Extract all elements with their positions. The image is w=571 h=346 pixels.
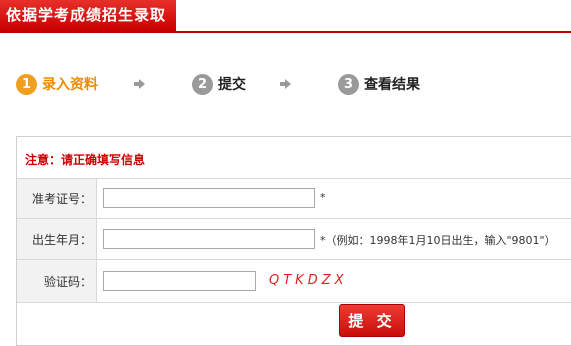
- exam-id-label: 准考证号：: [17, 179, 97, 218]
- captcha-input[interactable]: [103, 271, 256, 291]
- birth-input[interactable]: [103, 229, 315, 249]
- birth-label: 出生年月：: [17, 219, 97, 259]
- birth-hint: *（例如：1998年1月10日出生，输入"9801"）: [320, 234, 556, 247]
- step-label: 查看结果: [364, 77, 420, 93]
- exam-id-row: 准考证号： *: [17, 178, 571, 218]
- submit-row: 提 交: [17, 302, 571, 346]
- notice-text: 注意：请正确填写信息: [25, 153, 146, 167]
- page-title: 依据学考成绩招生录取: [0, 0, 176, 31]
- arrow-right-icon: [280, 78, 292, 90]
- step-indicator: 1 录入资料 2 提交 3 查看结果: [16, 73, 556, 95]
- step-label: 录入资料: [42, 77, 98, 93]
- step-1: 1 录入资料: [16, 73, 98, 95]
- step-3: 3 查看结果: [338, 73, 420, 95]
- birth-row: 出生年月： *（例如：1998年1月10日出生，输入"9801"）: [17, 218, 571, 259]
- required-mark: *: [320, 191, 326, 204]
- exam-id-input[interactable]: [103, 188, 315, 208]
- title-bar: 依据学考成绩招生录取: [0, 0, 571, 33]
- captcha-image[interactable]: QTKDZX: [269, 273, 348, 288]
- query-form: 注意：请正确填写信息 准考证号： * 出生年月： *（例如：1998年1月10日…: [16, 136, 571, 346]
- captcha-row: 验证码： QTKDZX: [17, 259, 571, 302]
- step-2: 2 提交: [192, 73, 246, 95]
- captcha-label: 验证码：: [17, 260, 97, 302]
- submit-button[interactable]: 提 交: [339, 304, 405, 337]
- step-number-icon: 3: [338, 73, 359, 95]
- step-label: 提交: [218, 77, 246, 93]
- step-number-icon: 1: [16, 73, 37, 95]
- step-number-icon: 2: [192, 73, 213, 95]
- arrow-right-icon: [134, 78, 146, 90]
